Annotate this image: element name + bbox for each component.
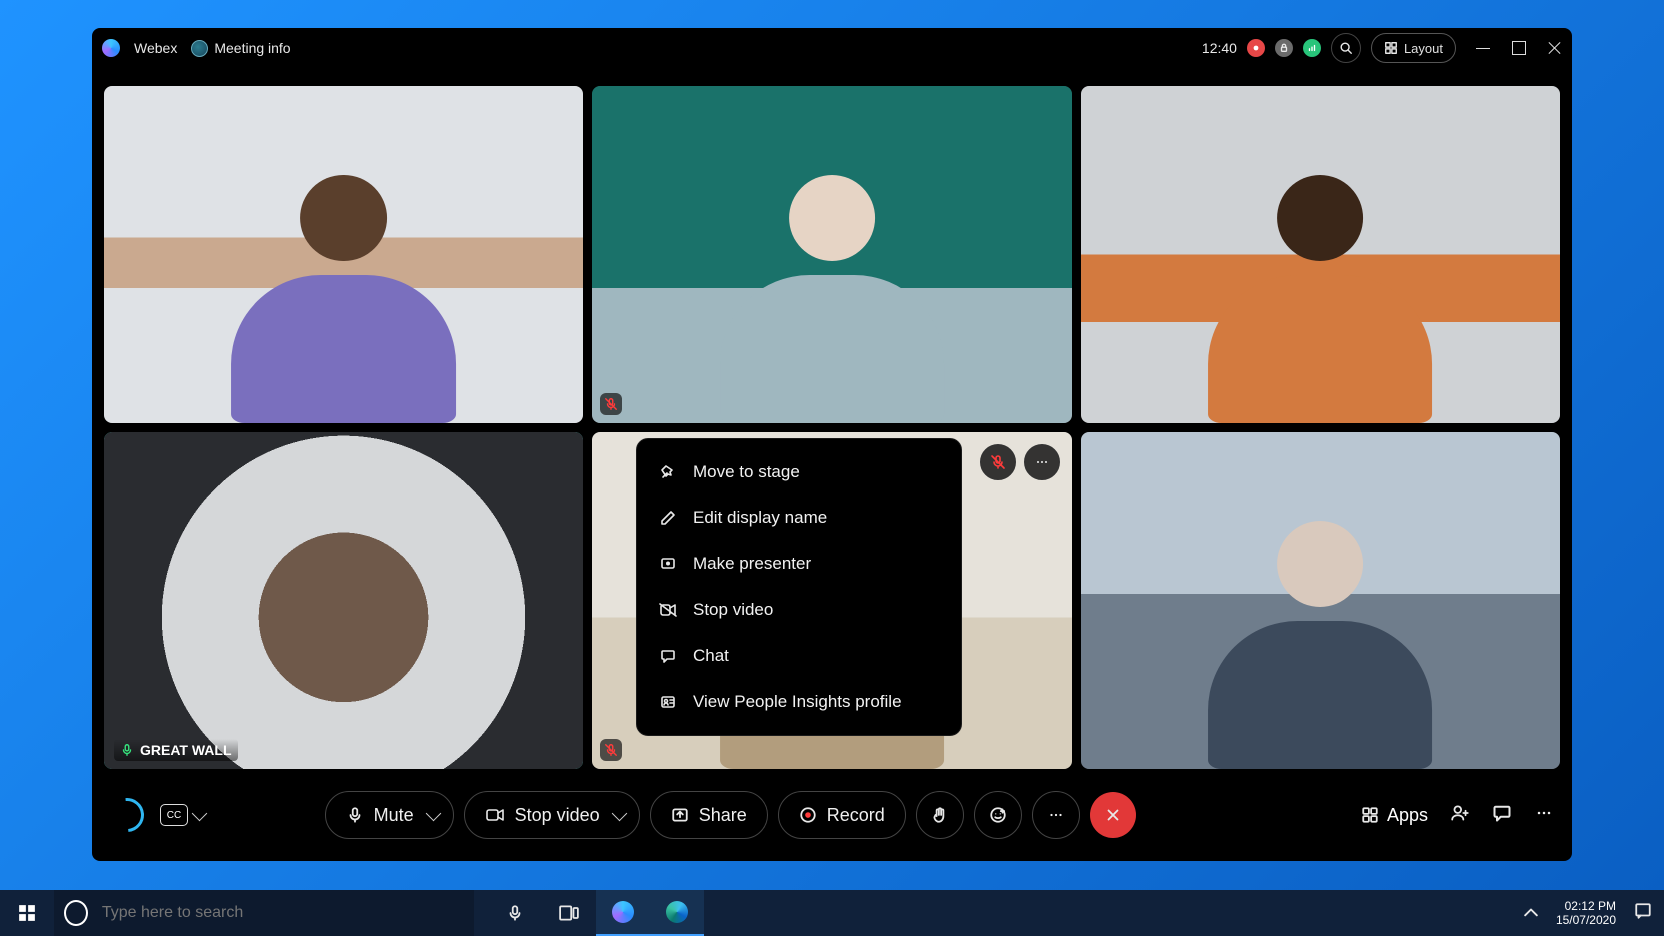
chevron-down-icon[interactable]	[425, 805, 441, 821]
app-name: Webex	[134, 40, 177, 56]
participant-tile[interactable]	[1081, 86, 1560, 423]
participant-tile[interactable]	[1081, 432, 1560, 769]
meeting-info-label: Meeting info	[214, 40, 290, 56]
tray-chevron-up-icon[interactable]	[1524, 905, 1538, 922]
menu-label: Move to stage	[693, 462, 800, 482]
mic-icon	[346, 806, 364, 824]
presenter-icon	[659, 555, 677, 573]
pin-icon	[659, 463, 677, 481]
search-input[interactable]	[100, 903, 464, 923]
participant-tile[interactable]	[104, 86, 583, 423]
meeting-info-button[interactable]: Meeting info	[191, 40, 290, 57]
camera-off-icon	[659, 601, 677, 619]
webex-logo-icon	[102, 39, 120, 57]
taskbar-mic-button[interactable]	[488, 890, 542, 936]
cortana-icon	[64, 900, 88, 926]
menu-item-chat[interactable]: Chat	[637, 633, 961, 679]
control-bar: CC Mute Stop video Share Record	[92, 769, 1572, 861]
muted-mic-icon	[600, 393, 622, 415]
share-label: Share	[699, 805, 747, 826]
menu-item-move-to-stage[interactable]: Move to stage	[637, 449, 961, 495]
stop-video-button[interactable]: Stop video	[464, 791, 640, 839]
grid-icon	[1384, 41, 1398, 55]
window-close-button[interactable]	[1548, 41, 1562, 55]
mute-button[interactable]: Mute	[325, 791, 454, 839]
panel-more-button[interactable]	[1534, 803, 1554, 828]
menu-label: Edit display name	[693, 508, 827, 528]
task-view-button[interactable]	[542, 890, 596, 936]
menu-item-people-insights[interactable]: View People Insights profile	[637, 679, 961, 725]
apps-button[interactable]: Apps	[1361, 805, 1428, 826]
chat-icon	[659, 647, 677, 665]
menu-item-make-presenter[interactable]: Make presenter	[637, 541, 961, 587]
notifications-button[interactable]	[1634, 902, 1652, 924]
window-minimize-button[interactable]	[1476, 41, 1490, 55]
window-maximize-button[interactable]	[1512, 41, 1526, 55]
pencil-icon	[659, 509, 677, 527]
edge-icon	[666, 901, 688, 923]
start-button[interactable]	[0, 890, 54, 936]
participant-name-tag: GREAT WALL	[114, 739, 238, 761]
recording-indicator-icon[interactable]	[1247, 39, 1265, 57]
menu-label: View People Insights profile	[693, 692, 902, 712]
tile-mute-button[interactable]	[980, 444, 1016, 480]
windows-taskbar: 02:12 PM 15/07/2020	[0, 890, 1664, 936]
record-icon	[799, 806, 817, 824]
leave-meeting-button[interactable]	[1090, 792, 1136, 838]
mic-on-icon	[120, 743, 134, 757]
taskbar-webex-button[interactable]	[596, 890, 650, 936]
system-clock[interactable]: 02:12 PM 15/07/2020	[1556, 899, 1616, 927]
layout-button[interactable]: Layout	[1371, 33, 1456, 63]
participant-tile-self[interactable]: GREAT WALL	[104, 432, 583, 769]
apps-icon	[1361, 806, 1379, 824]
participant-tile[interactable]	[592, 86, 1071, 423]
zoom-search-button[interactable]	[1331, 33, 1361, 63]
assistant-spinner-icon[interactable]	[103, 791, 151, 839]
profile-card-icon	[659, 693, 677, 711]
mute-label: Mute	[374, 805, 414, 826]
tile-more-button[interactable]	[1024, 444, 1060, 480]
cc-button[interactable]: CC	[160, 804, 205, 826]
taskbar-search[interactable]	[54, 890, 474, 936]
more-options-button[interactable]	[1032, 791, 1080, 839]
time: 02:12 PM	[1556, 899, 1616, 913]
closed-captions-icon: CC	[160, 804, 188, 826]
record-label: Record	[827, 805, 885, 826]
menu-label: Stop video	[693, 600, 773, 620]
network-quality-icon[interactable]	[1303, 39, 1321, 57]
menu-item-edit-display-name[interactable]: Edit display name	[637, 495, 961, 541]
participants-panel-button[interactable]	[1450, 804, 1470, 827]
muted-mic-icon	[600, 739, 622, 761]
apps-label: Apps	[1387, 805, 1428, 826]
menu-label: Chat	[693, 646, 729, 666]
webex-logo-icon	[612, 901, 634, 923]
taskbar-edge-button[interactable]	[650, 890, 704, 936]
reactions-button[interactable]	[974, 791, 1022, 839]
camera-icon	[485, 807, 505, 823]
chevron-down-icon[interactable]	[611, 805, 627, 821]
chat-panel-button[interactable]	[1492, 803, 1512, 828]
record-button[interactable]: Record	[778, 791, 906, 839]
share-icon	[671, 806, 689, 824]
chevron-down-icon	[192, 805, 208, 821]
menu-label: Make presenter	[693, 554, 811, 574]
participant-context-menu: Move to stage Edit display name Make pre…	[636, 438, 962, 736]
lock-icon[interactable]	[1275, 39, 1293, 57]
menu-item-stop-video[interactable]: Stop video	[637, 587, 961, 633]
date: 15/07/2020	[1556, 913, 1616, 927]
meeting-clock: 12:40	[1202, 40, 1237, 56]
title-bar: Webex Meeting info 12:40 Layout	[92, 28, 1572, 68]
stop-video-label: Stop video	[515, 805, 600, 826]
participant-name: GREAT WALL	[140, 742, 232, 758]
share-button[interactable]: Share	[650, 791, 768, 839]
globe-icon	[191, 40, 208, 57]
raise-hand-button[interactable]	[916, 791, 964, 839]
windows-icon	[18, 904, 36, 922]
layout-label: Layout	[1404, 41, 1443, 56]
